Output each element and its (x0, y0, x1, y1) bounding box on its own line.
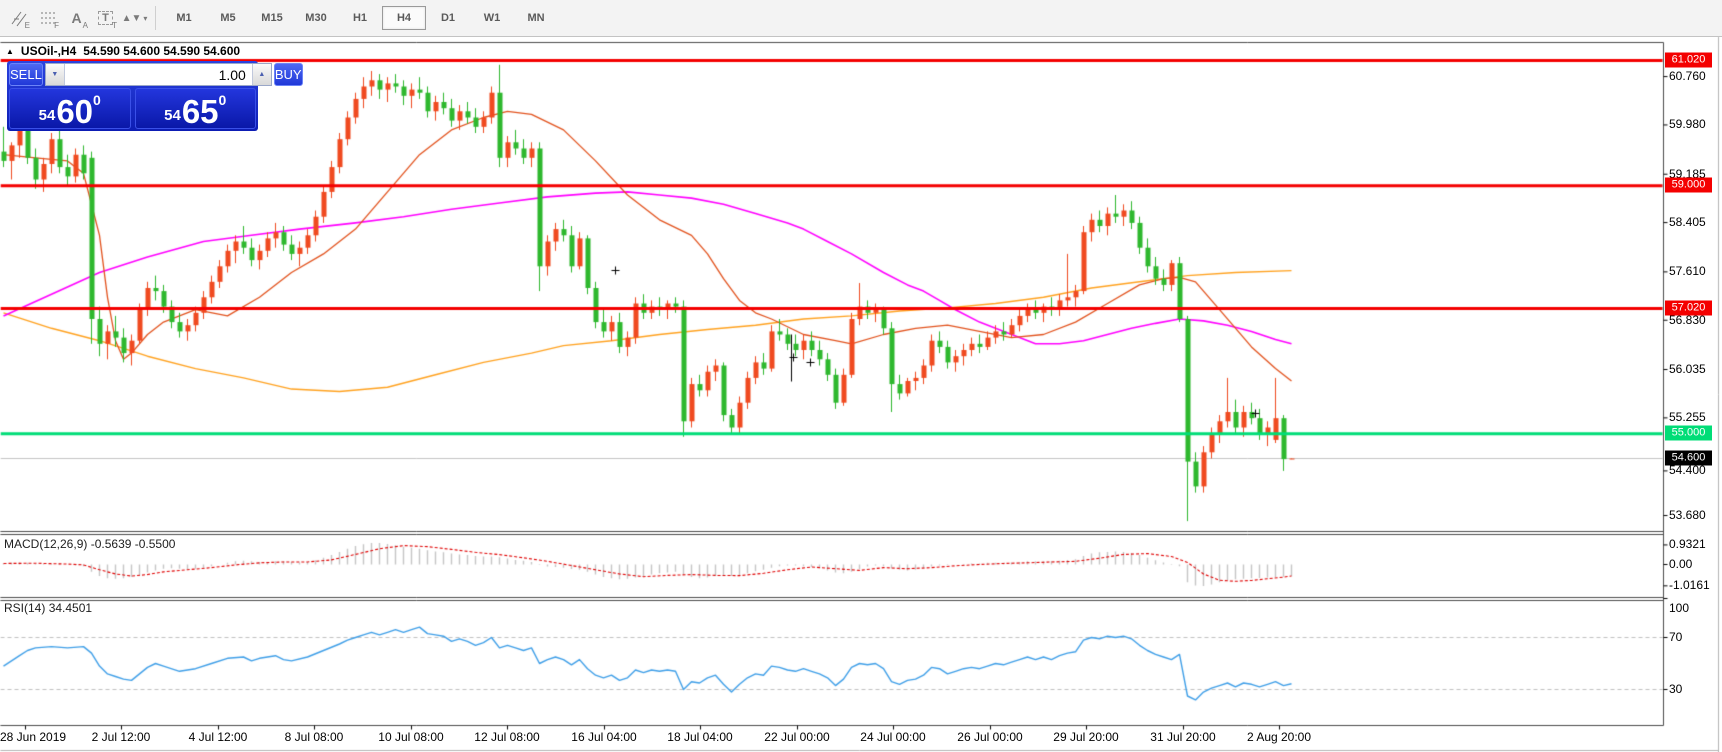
arrows-tool-icon[interactable]: ▲▼▾ (121, 5, 148, 31)
trading-terminal: EFAATT▲▼▾ M1M5M15M30H1H4D1W1MN ▲ USOil-,… (0, 0, 1722, 752)
timeframe-button-m30[interactable]: M30 (294, 6, 338, 30)
sell-price-figure: 54 (39, 107, 56, 124)
ohlc-values: 54.590 54.600 54.590 54.600 (83, 44, 240, 58)
macd-indicator-label: MACD(12,26,9) -0.5639 -0.5500 (4, 537, 175, 551)
date-tick-label: 16 Jul 04:00 (571, 730, 636, 744)
price-level-badge: 59.000 (1665, 178, 1712, 193)
timeframe-button-m1[interactable]: M1 (162, 6, 206, 30)
one-click-trade-panel: SELL ▼ ▲ BUY 54 60 0 54 65 0 (7, 61, 258, 131)
volume-decrease-button[interactable]: ▼ (46, 64, 65, 85)
rsi-tick-label: 70 (1669, 630, 1682, 644)
text-box-tool-icon[interactable]: TT (92, 5, 119, 31)
price-level-badge: 61.020 (1665, 52, 1712, 67)
buy-price-button[interactable]: 54 65 0 (135, 88, 257, 129)
date-tick-label: 29 Jul 20:00 (1053, 730, 1118, 744)
date-tick-label: 12 Jul 08:00 (474, 730, 539, 744)
timeframe-button-w1[interactable]: W1 (470, 6, 514, 30)
price-tick-label: 59.980 (1669, 117, 1706, 131)
sell-button[interactable]: SELL (9, 63, 43, 86)
sell-price-point: 0 (93, 92, 101, 108)
volume-increase-button[interactable]: ▲ (252, 64, 271, 85)
date-tick-label: 26 Jul 00:00 (957, 730, 1022, 744)
buy-price-pips: 65 (182, 96, 219, 127)
timeframe-button-m5[interactable]: M5 (206, 6, 250, 30)
macd-tick-label: -1.0161 (1669, 578, 1710, 592)
price-tick-label: 56.035 (1669, 362, 1706, 376)
timeframe-button-h4[interactable]: H4 (382, 6, 426, 30)
price-level-badge: 55.000 (1665, 426, 1712, 441)
chart-plot-canvas[interactable] (0, 0, 1722, 752)
date-tick-label: 4 Jul 12:00 (189, 730, 248, 744)
text-label-tool-icon[interactable]: AA (63, 5, 90, 31)
collapse-triangle-icon[interactable]: ▲ (6, 47, 14, 56)
rsi-tick-label: 100 (1669, 601, 1689, 615)
price-tick-label: 55.255 (1669, 410, 1706, 424)
date-tick-label: 18 Jul 04:00 (667, 730, 732, 744)
volume-box: ▼ ▲ (45, 63, 272, 86)
date-tick-label: 24 Jul 00:00 (860, 730, 925, 744)
price-tick-label: 57.610 (1669, 264, 1706, 278)
toolbar-separator (155, 6, 156, 30)
price-tick-label: 60.760 (1669, 69, 1706, 83)
top-toolbar: EFAATT▲▼▾ M1M5M15M30H1H4D1W1MN (0, 0, 1722, 37)
date-tick-label: 31 Jul 20:00 (1150, 730, 1215, 744)
date-tick-label: 10 Jul 08:00 (378, 730, 443, 744)
date-tick-label: 2 Jul 12:00 (92, 730, 151, 744)
volume-input[interactable] (65, 64, 252, 85)
price-tick-label: 53.680 (1669, 508, 1706, 522)
chart-title: ▲ USOil-,H4 54.590 54.600 54.590 54.600 (6, 44, 240, 58)
timeframe-button-mn[interactable]: MN (514, 6, 558, 30)
macd-tick-label: 0.9321 (1669, 537, 1706, 551)
sell-price-pips: 60 (56, 96, 93, 127)
date-tick-label: 2 Aug 20:00 (1247, 730, 1311, 744)
buy-button[interactable]: BUY (274, 63, 303, 86)
channel-tool-icon[interactable]: E (5, 5, 32, 31)
price-level-badge: 57.020 (1665, 300, 1712, 315)
buy-price-figure: 54 (164, 107, 181, 124)
rsi-indicator-label: RSI(14) 34.4501 (4, 601, 92, 615)
price-level-badge: 54.600 (1665, 451, 1712, 466)
timeframe-group: M1M5M15M30H1H4D1W1MN (162, 6, 558, 30)
date-tick-label: 22 Jul 00:00 (764, 730, 829, 744)
fibonacci-tool-icon[interactable]: F (34, 5, 61, 31)
rsi-tick-label: 30 (1669, 682, 1682, 696)
date-tick-label: 8 Jul 08:00 (285, 730, 344, 744)
sell-price-button[interactable]: 54 60 0 (9, 88, 131, 129)
date-tick-label: 28 Jun 2019 (0, 730, 66, 744)
symbol-label: USOil-,H4 (21, 44, 76, 58)
drawing-tools-group: EFAATT▲▼▾ (4, 5, 149, 31)
timeframe-button-h1[interactable]: H1 (338, 6, 382, 30)
macd-tick-label: 0.00 (1669, 557, 1692, 571)
timeframe-button-m15[interactable]: M15 (250, 6, 294, 30)
timeframe-button-d1[interactable]: D1 (426, 6, 470, 30)
buy-price-point: 0 (219, 92, 227, 108)
price-tick-label: 58.405 (1669, 215, 1706, 229)
